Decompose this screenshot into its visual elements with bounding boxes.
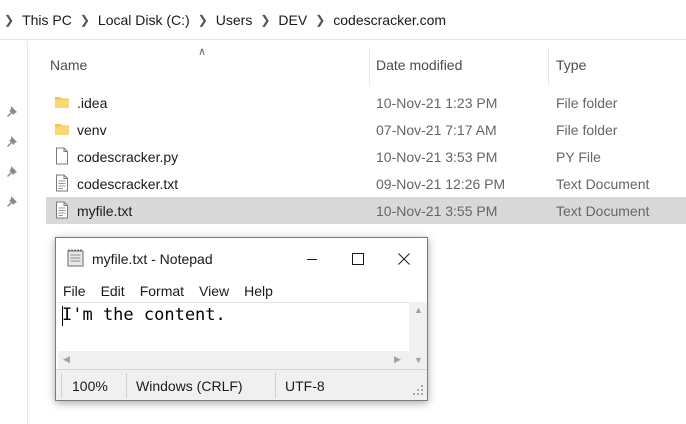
notepad-title-bar[interactable]: myfile.txt - Notepad (56, 238, 427, 280)
close-icon (398, 253, 410, 265)
resize-grip-icon[interactable] (412, 384, 424, 396)
menu-edit[interactable]: Edit (101, 283, 125, 299)
column-divider[interactable] (369, 49, 370, 85)
chevron-right-icon[interactable]: ❯ (4, 13, 14, 27)
encoding: UTF-8 (285, 378, 325, 394)
menu-bar: File Edit Format View Help (56, 280, 427, 302)
file-type: File folder (556, 122, 618, 138)
file-name: codescracker.txt (77, 176, 179, 192)
breadcrumb-item-codescracker[interactable]: codescracker.com (333, 12, 446, 28)
status-divider (61, 373, 62, 398)
status-bar: 100% Windows (CRLF) UTF-8 (56, 369, 427, 400)
maximize-button[interactable] (335, 238, 381, 280)
pin-icon[interactable] (6, 105, 20, 119)
scroll-down-icon[interactable]: ▼ (414, 355, 423, 365)
file-type: File folder (556, 95, 618, 111)
notepad-icon (67, 249, 84, 267)
horizontal-scrollbar[interactable]: ◀ ▶ (58, 351, 409, 369)
breadcrumb: ❯ This PC ❯ Local Disk (C:) ❯ Users ❯ DE… (0, 0, 686, 40)
list-item[interactable]: venv 07-Nov-21 7:17 AM File folder (46, 116, 686, 143)
minimize-button[interactable] (289, 238, 335, 280)
menu-view[interactable]: View (199, 283, 229, 299)
maximize-icon (352, 253, 364, 265)
close-button[interactable] (381, 238, 427, 280)
column-header-date-modified[interactable]: Date modified (376, 57, 462, 73)
folder-icon (55, 124, 69, 135)
window-title: myfile.txt - Notepad (92, 251, 213, 267)
notepad-window[interactable]: myfile.txt - Notepad File Edit Format Vi… (55, 237, 428, 401)
chevron-right-icon[interactable]: ❯ (315, 13, 325, 27)
file-type: Text Document (556, 176, 650, 192)
chevron-right-icon[interactable]: ❯ (80, 13, 90, 27)
chevron-right-icon[interactable]: ❯ (260, 13, 270, 27)
list-item[interactable]: codescracker.txt 09-Nov-21 12:26 PM Text… (46, 170, 686, 197)
menu-format[interactable]: Format (140, 283, 184, 299)
text-editor-area[interactable]: I'm the content. (58, 302, 409, 351)
zoom-level: 100% (72, 378, 108, 394)
scroll-up-icon[interactable]: ▲ (414, 305, 423, 315)
scroll-left-icon[interactable]: ◀ (63, 354, 70, 365)
file-date-modified: 07-Nov-21 7:17 AM (376, 122, 497, 138)
line-ending: Windows (CRLF) (136, 378, 243, 394)
breadcrumb-item-this-pc[interactable]: This PC (22, 12, 72, 28)
minimize-icon (307, 259, 317, 260)
pin-icon[interactable] (6, 165, 20, 179)
column-header-type[interactable]: Type (556, 57, 586, 73)
file-name: venv (77, 122, 107, 138)
file-date-modified: 09-Nov-21 12:26 PM (376, 176, 506, 192)
file-name: myfile.txt (77, 203, 133, 219)
status-divider (126, 373, 127, 398)
breadcrumb-item-dev[interactable]: DEV (278, 12, 307, 28)
breadcrumb-item-local-disk[interactable]: Local Disk (C:) (98, 12, 190, 28)
folder-icon (55, 97, 69, 108)
list-item-selected[interactable]: myfile.txt 10-Nov-21 3:55 PM Text Docume… (46, 197, 686, 224)
column-headers: ∧ Name Date modified Type (40, 41, 686, 89)
column-divider[interactable] (548, 49, 549, 85)
list-item[interactable]: codescracker.py 10-Nov-21 3:53 PM PY Fil… (46, 143, 686, 170)
scroll-right-icon[interactable]: ▶ (394, 354, 401, 365)
text-file-icon (56, 174, 68, 192)
file-type: Text Document (556, 203, 650, 219)
file-list: ∧ Name Date modified Type .idea 10-Nov-2… (40, 41, 686, 224)
vertical-scrollbar[interactable]: ▲ ▼ (409, 302, 427, 369)
menu-file[interactable]: File (63, 283, 86, 299)
file-date-modified: 10-Nov-21 1:23 PM (376, 95, 498, 111)
menu-help[interactable]: Help (244, 283, 273, 299)
file-icon (56, 147, 68, 165)
column-header-name[interactable]: Name (50, 57, 87, 73)
text-caret (62, 306, 63, 326)
text-file-icon (56, 201, 68, 219)
file-type: PY File (556, 149, 601, 165)
pin-icon[interactable] (6, 195, 20, 209)
file-date-modified: 10-Nov-21 3:55 PM (376, 203, 498, 219)
file-date-modified: 10-Nov-21 3:53 PM (376, 149, 498, 165)
chevron-right-icon[interactable]: ❯ (198, 13, 208, 27)
pin-icon[interactable] (6, 135, 20, 149)
sort-ascending-icon: ∧ (198, 46, 207, 58)
navigation-pane (0, 41, 28, 424)
list-item[interactable]: .idea 10-Nov-21 1:23 PM File folder (46, 89, 686, 116)
file-name: .idea (77, 95, 108, 111)
file-name: codescracker.py (77, 149, 179, 165)
document-content[interactable]: I'm the content. (62, 305, 226, 325)
status-divider (275, 373, 276, 398)
breadcrumb-item-users[interactable]: Users (216, 12, 253, 28)
